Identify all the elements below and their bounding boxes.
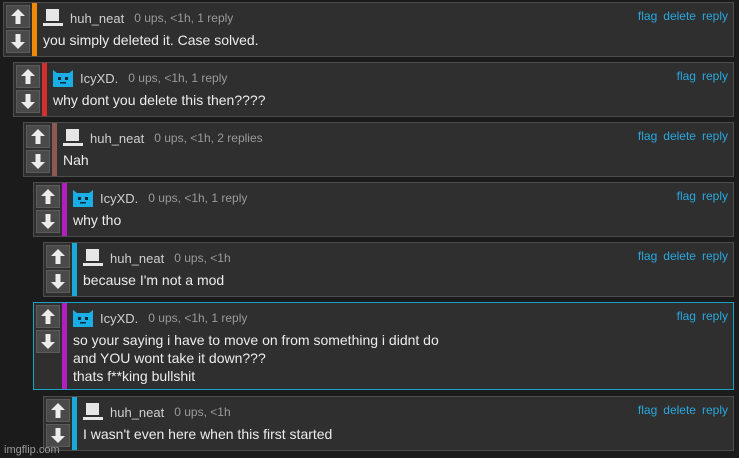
thread-color-bar [62, 183, 67, 236]
comment-actions: flag reply [677, 69, 728, 83]
upvote-button[interactable] [16, 65, 40, 88]
upvote-button[interactable] [36, 305, 60, 328]
comment-3: IcyXD. 0 ups, <1h, 1 reply flag reply wh… [33, 182, 734, 237]
blue-cat-icon [53, 70, 73, 87]
comment-header: huh_neat 0 ups, <1h, 2 replies [62, 127, 263, 149]
thread-color-bar [52, 123, 57, 176]
comment-actions: flag delete reply [638, 129, 728, 143]
vote-controls [16, 65, 40, 113]
comment-header: IcyXD. 0 ups, <1h, 1 reply [72, 307, 247, 329]
vote-controls [46, 245, 70, 293]
reply-link[interactable]: reply [702, 249, 728, 263]
comment-meta: 0 ups, <1h, 1 reply [148, 191, 248, 205]
comment-header: IcyXD. 0 ups, <1h, 1 reply [72, 187, 247, 209]
vote-controls [36, 305, 60, 353]
username[interactable]: huh_neat [110, 251, 164, 266]
upvote-button[interactable] [46, 399, 70, 422]
reply-link[interactable]: reply [702, 9, 728, 23]
comment-header: huh_neat 0 ups, <1h [82, 247, 231, 269]
comment-header: huh_neat 0 ups, <1h, 1 reply [42, 7, 233, 29]
comment-text: why dont you delete this then???? [53, 92, 266, 108]
comment-5: IcyXD. 0 ups, <1h, 1 reply flag reply so… [33, 302, 734, 390]
comment-2: huh_neat 0 ups, <1h, 2 replies flag dele… [23, 122, 734, 177]
comment-0: huh_neat 0 ups, <1h, 1 reply flag delete… [3, 2, 734, 57]
upvote-button[interactable] [26, 125, 50, 148]
comment-actions: flag delete reply [638, 9, 728, 23]
comment-text: Nah [63, 152, 89, 168]
comment-actions: flag reply [677, 309, 728, 323]
imgflip-watermark: imgflip.com [4, 444, 60, 456]
reply-link[interactable]: reply [702, 309, 728, 323]
vote-controls [26, 125, 50, 173]
vote-controls [46, 399, 70, 447]
comment-meta: 0 ups, <1h [174, 251, 231, 265]
blue-cat-icon [73, 190, 93, 207]
reply-link[interactable]: reply [702, 69, 728, 83]
comment-header: huh_neat 0 ups, <1h [82, 401, 231, 423]
username[interactable]: huh_neat [90, 131, 144, 146]
comment-6: huh_neat 0 ups, <1h flag delete reply I … [43, 396, 734, 451]
vote-controls [36, 185, 60, 233]
flag-link[interactable]: flag [677, 69, 696, 83]
blue-cat-icon [73, 310, 93, 327]
username[interactable]: huh_neat [70, 11, 124, 26]
delete-link[interactable]: delete [663, 9, 696, 23]
comment-meta: 0 ups, <1h, 1 reply [148, 311, 248, 325]
comment-text: you simply deleted it. Case solved. [43, 32, 259, 48]
flag-link[interactable]: flag [638, 9, 657, 23]
comment-text: because I'm not a mod [83, 272, 225, 288]
comment-text: why tho [73, 212, 122, 228]
vote-controls [6, 5, 30, 53]
comment-meta: 0 ups, <1h, 1 reply [128, 71, 228, 85]
comment-text: so your saying i have to move on from so… [73, 332, 439, 384]
flag-link[interactable]: flag [638, 129, 657, 143]
delete-link[interactable]: delete [663, 249, 696, 263]
comment-header: IcyXD. 0 ups, <1h, 1 reply [52, 67, 227, 89]
reply-link[interactable]: reply [702, 403, 728, 417]
default-user-icon [43, 9, 63, 26]
thread-color-bar [62, 303, 67, 389]
comment-actions: flag reply [677, 189, 728, 203]
username[interactable]: IcyXD. [100, 311, 138, 326]
comment-meta: 0 ups, <1h, 2 replies [154, 131, 263, 145]
reply-link[interactable]: reply [702, 129, 728, 143]
flag-link[interactable]: flag [677, 189, 696, 203]
comment-1: IcyXD. 0 ups, <1h, 1 reply flag reply wh… [13, 62, 734, 117]
comment-actions: flag delete reply [638, 249, 728, 263]
comment-meta: 0 ups, <1h [174, 405, 231, 419]
flag-link[interactable]: flag [638, 249, 657, 263]
comment-actions: flag delete reply [638, 403, 728, 417]
default-user-icon [63, 129, 83, 146]
delete-link[interactable]: delete [663, 403, 696, 417]
upvote-button[interactable] [46, 245, 70, 268]
flag-link[interactable]: flag [677, 309, 696, 323]
upvote-button[interactable] [6, 5, 30, 28]
comment-4: huh_neat 0 ups, <1h flag delete reply be… [43, 242, 734, 297]
downvote-button[interactable] [6, 30, 30, 53]
username[interactable]: IcyXD. [80, 71, 118, 86]
comment-meta: 0 ups, <1h, 1 reply [134, 11, 234, 25]
reply-link[interactable]: reply [702, 189, 728, 203]
comment-text: I wasn't even here when this first start… [83, 426, 333, 442]
delete-link[interactable]: delete [663, 129, 696, 143]
downvote-button[interactable] [26, 150, 50, 173]
username[interactable]: IcyXD. [100, 191, 138, 206]
default-user-icon [83, 403, 103, 420]
thread-color-bar [42, 63, 47, 116]
downvote-button[interactable] [16, 90, 40, 113]
thread-color-bar [72, 397, 77, 450]
downvote-button[interactable] [46, 270, 70, 293]
default-user-icon [83, 249, 103, 266]
flag-link[interactable]: flag [638, 403, 657, 417]
thread-color-bar [32, 3, 37, 56]
upvote-button[interactable] [36, 185, 60, 208]
thread-color-bar [72, 243, 77, 296]
downvote-button[interactable] [36, 210, 60, 233]
username[interactable]: huh_neat [110, 405, 164, 420]
downvote-button[interactable] [36, 330, 60, 353]
